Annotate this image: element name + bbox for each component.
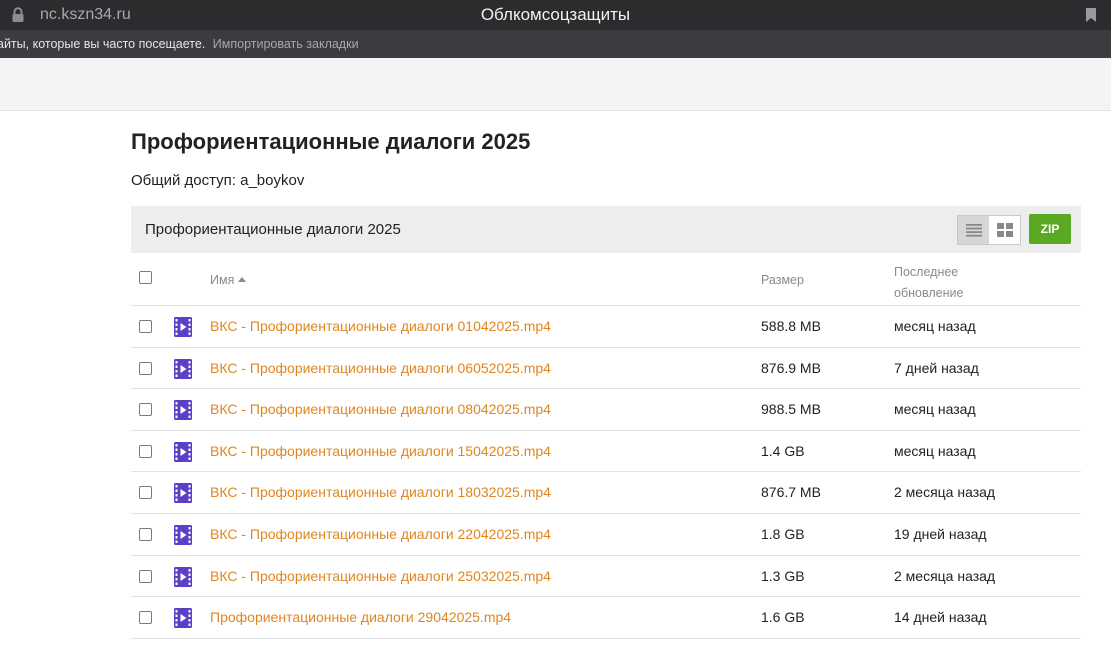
file-updated: месяц назад xyxy=(894,401,976,418)
column-header-name-label: Имя xyxy=(210,273,235,287)
video-file-icon xyxy=(174,524,192,545)
row-checkbox[interactable] xyxy=(139,569,152,583)
row-checkbox[interactable] xyxy=(139,611,152,625)
shared-by-label: Общий доступ: a_boykov xyxy=(131,172,305,189)
column-header-size[interactable]: Размер xyxy=(761,273,804,287)
table-row: ВКС - Профориентационные диалоги 2204202… xyxy=(131,514,1081,556)
video-file-icon xyxy=(174,441,192,462)
video-file-icon xyxy=(174,566,192,587)
row-checkbox[interactable] xyxy=(139,444,152,458)
browser-address-bar: nc.kszn34.ru Облкомсоцзащиты xyxy=(0,0,1111,30)
video-file-icon xyxy=(174,608,192,629)
video-file-icon xyxy=(174,483,192,504)
file-updated: 14 дней назад xyxy=(894,609,987,626)
breadcrumb-bar: Профориентационные диалоги 2025 ZIP xyxy=(131,206,1081,253)
sort-ascending-icon xyxy=(238,277,247,282)
file-updated: 2 месяца назад xyxy=(894,484,996,501)
column-header-updated-label: Последнее обновление xyxy=(894,265,964,300)
file-size: 1.6 GB xyxy=(761,609,805,626)
video-file-icon xyxy=(174,358,192,379)
file-updated: месяц назад xyxy=(894,442,976,459)
table-row: ВКС - Профориентационные диалоги 1504202… xyxy=(131,431,1081,473)
list-view-button[interactable] xyxy=(958,216,989,244)
page-title: Профориентационные диалоги 2025 xyxy=(131,129,531,154)
list-view-icon xyxy=(965,224,982,237)
file-name-link[interactable]: Профориентационные диалоги 29042025.mp4 xyxy=(210,609,511,625)
import-bookmarks-link[interactable]: Импортировать закладки xyxy=(213,37,359,51)
table-row: ВКС - Профориентационные диалоги 0104202… xyxy=(131,306,1081,348)
table-row: ВКС - Профориентационные диалоги 0605202… xyxy=(131,348,1081,390)
file-name-link[interactable]: ВКС - Профориентационные диалоги 2204202… xyxy=(210,526,551,542)
bookmarks-bar: айты, которые вы часто посещаете. Импорт… xyxy=(0,30,1111,58)
file-updated: месяц назад xyxy=(894,318,976,334)
table-header: Имя Размер Последнее обновление xyxy=(131,256,1081,306)
file-name-link[interactable]: ВКС - Профориентационные диалоги 1803202… xyxy=(210,484,551,500)
file-name-link[interactable]: ВКС - Профориентационные диалоги 0104202… xyxy=(210,318,551,334)
file-size: 876.9 MB xyxy=(761,359,821,376)
video-file-icon xyxy=(174,317,192,337)
row-checkbox[interactable] xyxy=(139,320,152,333)
file-size: 1.4 GB xyxy=(761,442,805,459)
column-header-updated[interactable]: Последнее обновление xyxy=(894,262,984,304)
file-name-link[interactable]: ВКС - Профориентационные диалоги 0804202… xyxy=(210,401,551,417)
file-size: 588.8 MB xyxy=(761,318,821,334)
view-toggle xyxy=(957,215,1021,245)
file-updated: 19 дней назад xyxy=(894,525,987,542)
bookmarks-hint: айты, которые вы часто посещаете. xyxy=(0,37,206,51)
file-list: ВКС - Профориентационные диалоги 0104202… xyxy=(131,306,1081,639)
file-size: 876.7 MB xyxy=(761,484,821,501)
file-name-link[interactable]: ВКС - Профориентационные диалоги 0605202… xyxy=(210,360,551,376)
table-row: ВКС - Профориентационные диалоги 0804202… xyxy=(131,389,1081,431)
file-size: 988.5 MB xyxy=(761,401,821,418)
grid-view-icon xyxy=(996,223,1013,237)
row-checkbox[interactable] xyxy=(139,361,152,375)
file-name-link[interactable]: ВКС - Профориентационные диалоги 2503202… xyxy=(210,568,551,584)
breadcrumb[interactable]: Профориентационные диалоги 2025 xyxy=(145,221,401,238)
select-all-checkbox[interactable] xyxy=(139,271,152,284)
file-size: 1.8 GB xyxy=(761,525,805,542)
file-updated: 2 месяца назад xyxy=(894,567,996,584)
file-size: 1.3 GB xyxy=(761,567,805,584)
table-row: ВКС - Профориентационные диалоги 1803202… xyxy=(131,472,1081,514)
table-row: Профориентационные диалоги 29042025.mp4 … xyxy=(131,597,1081,639)
row-checkbox[interactable] xyxy=(139,486,152,500)
table-row: ВКС - Профориентационные диалоги 2503202… xyxy=(131,556,1081,598)
window-title: Облкомсоцзащиты xyxy=(480,5,631,24)
row-checkbox[interactable] xyxy=(139,403,152,417)
bookmark-icon[interactable] xyxy=(1085,7,1097,23)
file-name-link[interactable]: ВКС - Профориентационные диалоги 1504202… xyxy=(210,443,551,459)
video-file-icon xyxy=(174,400,192,421)
grid-view-button[interactable] xyxy=(989,216,1020,244)
file-updated: 7 дней назад xyxy=(894,359,979,376)
column-header-name[interactable]: Имя xyxy=(210,273,247,287)
row-checkbox[interactable] xyxy=(139,527,152,541)
zip-download-button[interactable]: ZIP xyxy=(1029,214,1071,244)
app-header xyxy=(0,58,1111,111)
